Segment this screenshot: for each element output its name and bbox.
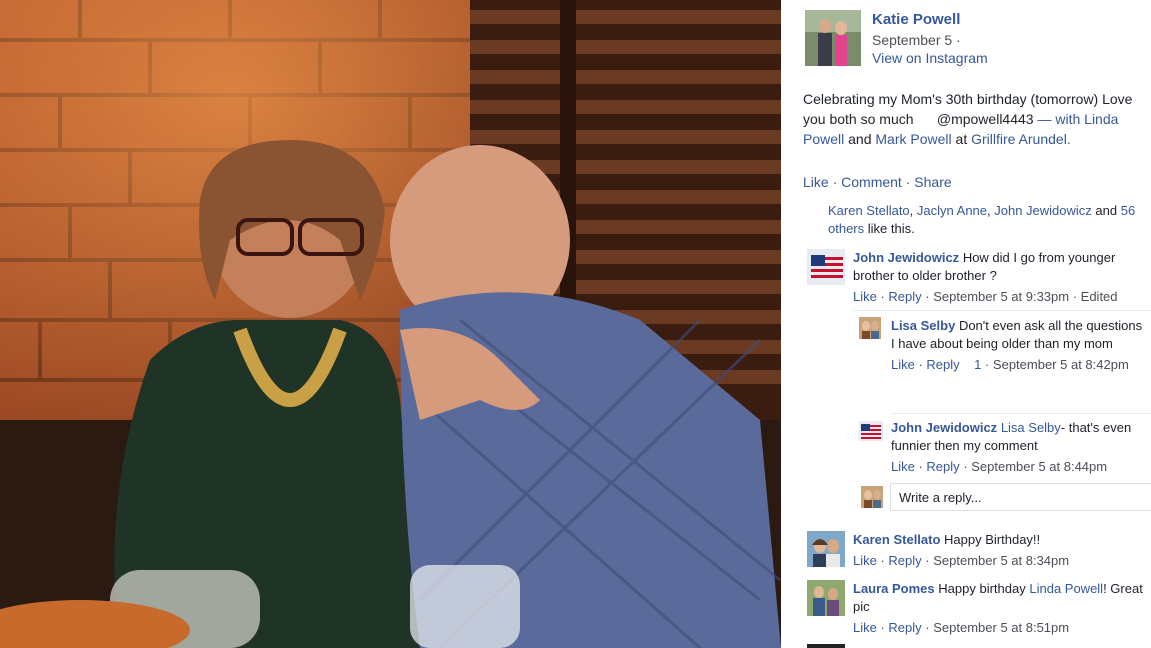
comment-like-button[interactable]: Like [853,289,877,304]
separator: · [832,174,838,190]
comment-meta: Like · Reply · September 5 at 8:34pm [853,553,1070,568]
commenter-avatar[interactable] [807,580,845,616]
view-on-instagram-link[interactable]: View on Instagram [872,50,988,66]
post-caption: Celebrating my Mom's 30th birthday (tomo… [803,89,1151,149]
comment-body: Karen Stellato Happy Birthday!! Like · R… [853,531,1143,570]
tag-mark-powell[interactable]: Mark Powell [875,131,951,147]
comment-button[interactable]: Comment [841,174,902,190]
likes-summary: Karen Stellato, Jaclyn Anne, John Jewido… [828,203,1136,236]
comment-timestamp: · September 5 at 9:33pm · Edited [925,289,1118,304]
place-link[interactable]: Grillfire Arundel. [971,131,1071,147]
photo-image [0,0,781,648]
author-name[interactable]: Katie Powell [872,11,960,28]
comment-text: Happy birthday [938,581,1026,596]
comment-text: Happy Birthday!! [944,532,1041,547]
divider [853,310,1151,311]
caption-at: at [955,131,968,147]
reply-meta: Like · Reply · September 5 at 8:44pm [891,459,1108,474]
commenter-avatar[interactable] [859,317,881,339]
reply-reply-button[interactable]: Reply [926,357,959,372]
liker-jaclyn-anne[interactable]: Jaclyn Anne [917,203,987,218]
author-avatar[interactable] [805,10,861,66]
commenter-avatar[interactable] [807,531,845,567]
post-photo[interactable] [0,0,781,648]
comment-reply-button[interactable]: Reply [888,620,921,635]
caption-handle: @mpowell4443 [936,111,1034,127]
reply-body: Lisa Selby Don't even ask all the questi… [891,317,1145,374]
reply-author[interactable]: Lisa Selby [891,318,955,333]
likes-and: and [1095,203,1118,218]
reply-like-button[interactable]: Like [891,357,915,372]
reply-timestamp: · September 5 at 8:44pm [963,459,1108,474]
comment-author[interactable]: Laura Pomes [853,581,935,596]
next-comment-avatar[interactable] [807,644,845,648]
share-button[interactable]: Share [914,174,951,190]
liker-karen-stellato[interactable]: Karen Stellato [828,203,910,218]
comment-reply-button[interactable]: Reply [888,289,921,304]
post-date[interactable]: September 5 · [872,32,961,48]
comment-body: John Jewidowicz How did I go from younge… [853,249,1143,306]
post-panel: Katie Powell September 5 · View on Insta… [781,0,1151,648]
comment-meta: Like · Reply · September 5 at 9:33pm · E… [853,289,1118,304]
comment-reply-button[interactable]: Reply [888,553,921,568]
divider [891,413,1151,414]
reply-timestamp: · September 5 at 8:42pm [984,357,1129,372]
comment-meta: Like · Reply · September 5 at 8:51pm [853,620,1070,635]
comment-timestamp: · September 5 at 8:34pm [925,553,1070,568]
liker-john-jewidowicz[interactable]: John Jewidowicz [994,203,1092,218]
comment-body: Laura Pomes Happy birthday Linda Powell!… [853,580,1143,637]
reply-meta: Like · Reply 1 · September 5 at 8:42pm [891,357,1129,372]
like-button[interactable]: Like [803,174,829,190]
reply-input[interactable]: Write a reply... [890,483,1151,511]
reply-reply-button[interactable]: Reply [926,459,959,474]
reply-like-button[interactable]: Like [891,459,915,474]
flag-icon [807,249,845,285]
caption-and: and [848,131,872,147]
reply-mention[interactable]: Lisa Selby [1001,420,1061,435]
comment-like-button[interactable]: Like [853,620,877,635]
comment-author[interactable]: Karen Stellato [853,532,940,547]
likes-suffix: like this. [867,221,915,236]
current-user-avatar [861,486,883,508]
post-actions: Like · Comment · Share [803,174,952,190]
flag-icon [859,421,883,441]
commenter-avatar[interactable] [807,249,845,285]
comment-timestamp: · September 5 at 8:51pm [925,620,1070,635]
comment-author[interactable]: John Jewidowicz [853,250,959,265]
comment-mention[interactable]: Linda Powell [1029,581,1103,596]
comment-like-button[interactable]: Like [853,553,877,568]
commenter-avatar[interactable] [859,421,883,441]
separator: · [905,174,911,190]
reply-author[interactable]: John Jewidowicz [891,420,997,435]
caption-with: — with [1037,111,1081,127]
reaction-count[interactable]: 1 [974,357,981,372]
reply-body: John Jewidowicz Lisa Selby- that's even … [891,419,1145,476]
